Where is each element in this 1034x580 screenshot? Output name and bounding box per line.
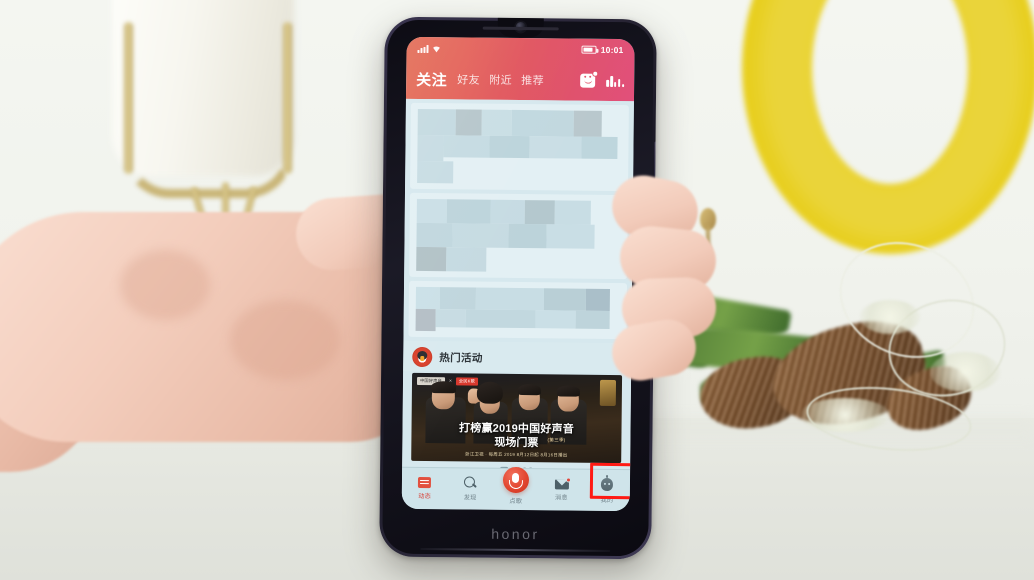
- feed-list[interactable]: 热门活动 中国好声音 × 全民K歌: [402, 98, 634, 470]
- planter-stand-curve: [122, 150, 294, 198]
- status-bar: 10:01: [406, 37, 634, 61]
- phone-screen[interactable]: 10:01 关注 好友 附近 推荐 热门活动 中国好声音 全民K歌 打榜赢201…: [401, 36, 635, 512]
- feed-post-censored-3[interactable]: [408, 280, 628, 340]
- bottom-navigation-bar: 动态 发现 点歌 消息 我的: [401, 466, 631, 512]
- signal-bars-icon: [417, 45, 429, 54]
- nav-item-wode[interactable]: 我的: [586, 474, 628, 504]
- knuckle-shadow-1: [120, 250, 210, 320]
- nav-item-diange[interactable]: 点歌: [495, 466, 537, 506]
- nav-item-xiaoxi[interactable]: 消息: [540, 477, 582, 502]
- tab-fujin[interactable]: 附近: [489, 72, 512, 88]
- envelope-icon: [554, 477, 571, 490]
- nav-label-diange: 点歌: [509, 497, 523, 506]
- header-tab-bar: 关注 好友 附近 推荐: [406, 59, 634, 101]
- mosaic-block: [415, 286, 620, 333]
- glitter-2: [930, 352, 1000, 392]
- battery-icon: [581, 45, 597, 54]
- banner-title-suffix: (第三季): [547, 437, 566, 443]
- tab-tuijian[interactable]: 推荐: [521, 72, 544, 88]
- nav-item-dongtai[interactable]: 动态: [404, 476, 446, 501]
- hot-activity-title: 热门活动: [439, 351, 483, 365]
- banner-person-4-hair: [556, 385, 580, 397]
- profile-robot-icon: [600, 474, 614, 491]
- glitter-1: [860, 300, 920, 334]
- hot-activity-header[interactable]: 热门活动: [403, 340, 632, 374]
- nav-label-dongtai: 动态: [418, 492, 432, 501]
- banner-footer-text: 浙江卫视 · 每周五 2019 8月12日起 8月16日播出: [464, 451, 568, 458]
- glitter-3: [800, 398, 890, 432]
- search-icon: [464, 476, 477, 489]
- feed-post-censored-1[interactable]: [410, 102, 629, 192]
- wifi-icon: [433, 46, 440, 53]
- promo-banner[interactable]: 中国好声音 × 全民K歌: [411, 372, 623, 464]
- nav-label-xiaoxi: 消息: [554, 493, 568, 502]
- nav-label-faxian: 发现: [463, 494, 477, 502]
- status-clock: 10:01: [600, 44, 624, 56]
- tab-guanzhu[interactable]: 关注: [416, 68, 447, 89]
- mosaic-block: [416, 198, 621, 273]
- header-actions: [580, 70, 625, 88]
- app-header: 10:01 关注 好友 附近 推荐: [405, 36, 635, 102]
- tab-haoyou[interactable]: 好友: [457, 71, 480, 87]
- banner-person-2-hair: [476, 381, 504, 404]
- smartphone: 10:01 关注 好友 附近 推荐 热门活动 中国好声音 全民K歌 打榜赢201…: [379, 16, 657, 560]
- banner-brand-right: 全民K歌: [455, 377, 479, 386]
- banner-title-line2: 现场门票: [494, 436, 539, 450]
- knuckle-shadow-2: [230, 300, 340, 380]
- microphone-icon: [502, 466, 530, 494]
- banner-person-1-hair: [430, 381, 457, 394]
- status-bar-left: [417, 43, 441, 54]
- robot-antenna: [606, 474, 608, 479]
- status-bar-right: 10:01: [581, 44, 624, 56]
- penguin-avatar-icon: [412, 346, 433, 368]
- feed-icon: [418, 476, 432, 489]
- mosaic-block: [417, 108, 622, 185]
- ranking-chart-icon[interactable]: [606, 75, 625, 88]
- message-badge: [565, 477, 571, 483]
- sticker-camera-icon[interactable]: [580, 70, 599, 88]
- nav-label-wode: 我的: [600, 496, 614, 504]
- photo-scene: 10:01 关注 好友 附近 推荐 热门活动 中国好声音 全民K歌 打榜赢201…: [0, 0, 1034, 580]
- honor-brand-logo: honor: [491, 525, 540, 543]
- nav-item-faxian[interactable]: 发现: [449, 476, 491, 501]
- sticker-badge: [592, 70, 599, 77]
- banner-person-3-hair: [517, 384, 541, 396]
- feed-post-censored-2[interactable]: [409, 192, 628, 280]
